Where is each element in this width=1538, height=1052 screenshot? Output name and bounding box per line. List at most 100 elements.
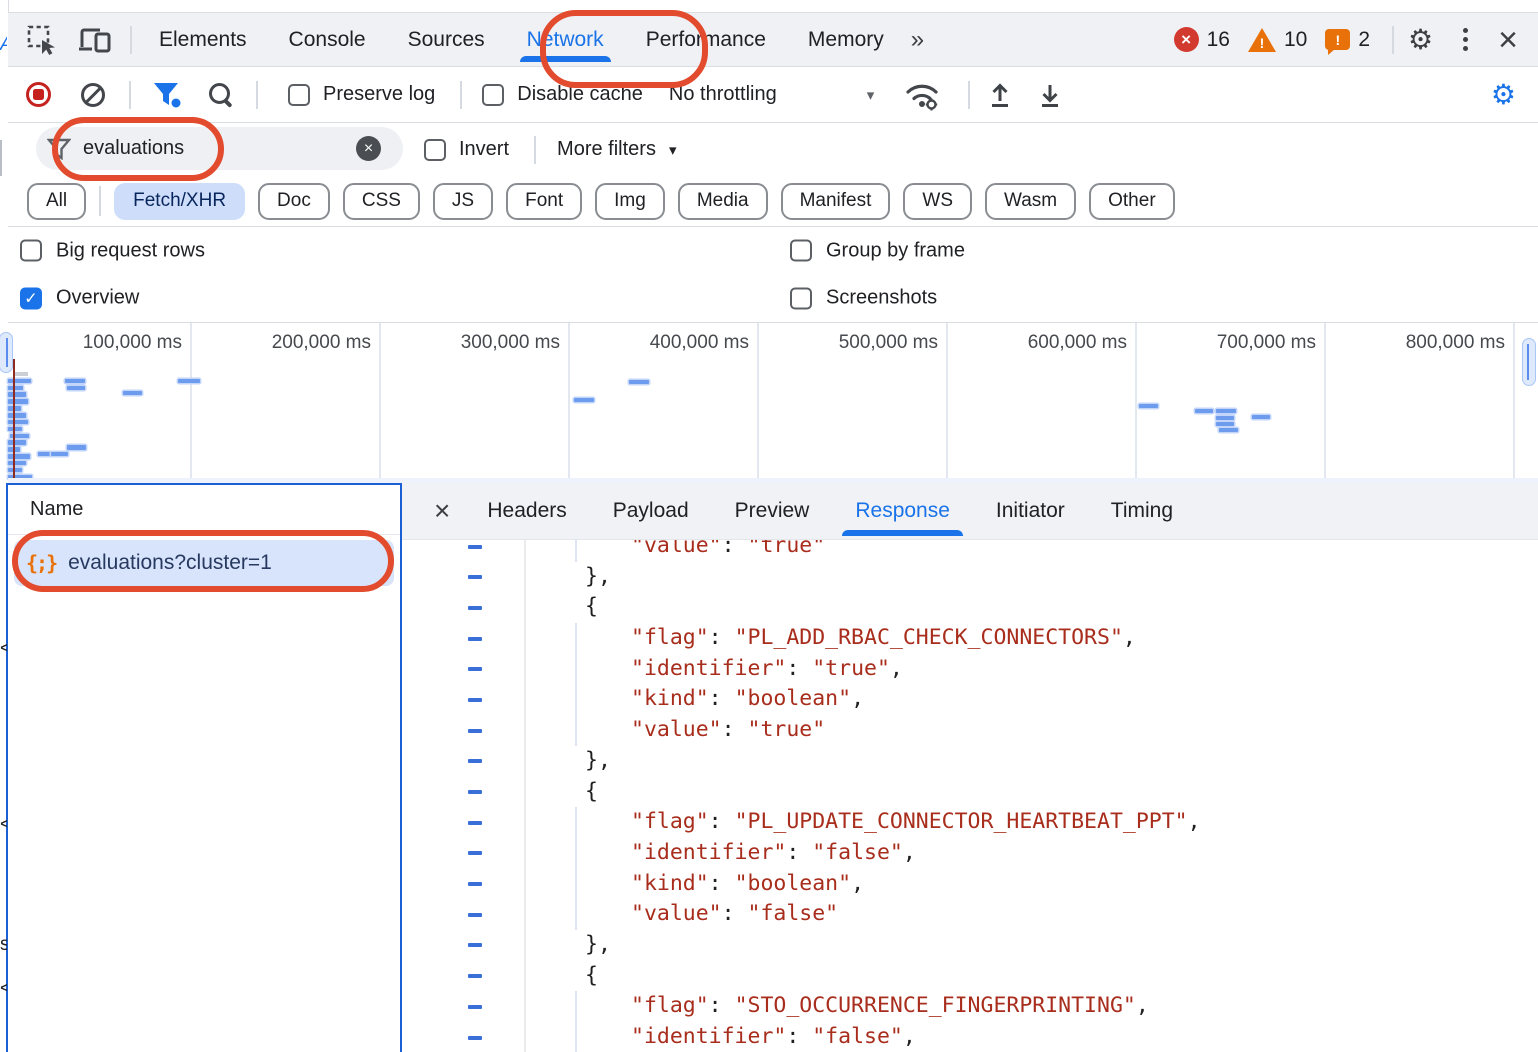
- toggle-device-toolbar-icon[interactable]: [78, 25, 112, 55]
- request-timing-bar[interactable]: [1195, 409, 1213, 414]
- request-timing-bar[interactable]: [8, 420, 28, 425]
- big-request-rows-checkbox[interactable]: [20, 240, 42, 262]
- request-timing-bar[interactable]: [67, 386, 85, 391]
- name-column-header[interactable]: Name: [8, 485, 400, 535]
- tab-performance[interactable]: Performance: [625, 28, 787, 52]
- request-timing-bar[interactable]: [8, 468, 22, 473]
- request-timing-bar[interactable]: [178, 379, 200, 384]
- export-har-icon[interactable]: [1036, 80, 1064, 110]
- type-filter-css[interactable]: CSS: [343, 183, 420, 220]
- screenshots-label[interactable]: Screenshots: [826, 287, 937, 310]
- request-timing-bar[interactable]: [1216, 416, 1234, 421]
- customize-menu-icon[interactable]: [1455, 28, 1476, 51]
- tab-elements[interactable]: Elements: [138, 28, 268, 52]
- overview-left-handle[interactable]: [0, 332, 13, 373]
- response-code-line[interactable]: "flag": "PL_UPDATE_CONNECTOR_HEARTBEAT_P…: [402, 807, 1538, 838]
- preserve-log-checkbox[interactable]: [288, 84, 310, 106]
- request-timing-bar[interactable]: [8, 379, 31, 384]
- response-code-line[interactable]: "identifier": "false",: [402, 838, 1538, 869]
- request-timing-bar[interactable]: [574, 398, 594, 403]
- response-code-line[interactable]: "kind": "boolean",: [402, 684, 1538, 715]
- warning-badge-icon[interactable]: !: [1248, 28, 1276, 52]
- response-code-line[interactable]: "value": "false": [402, 899, 1538, 930]
- search-network-icon[interactable]: [208, 82, 234, 108]
- request-timing-bar[interactable]: [8, 392, 26, 397]
- request-timing-bar[interactable]: [51, 452, 68, 457]
- invert-label[interactable]: Invert: [459, 138, 509, 161]
- error-count[interactable]: 16: [1207, 28, 1230, 52]
- request-timing-bar[interactable]: [8, 413, 26, 418]
- inspect-element-icon[interactable]: [26, 24, 58, 56]
- issues-count[interactable]: 2: [1358, 28, 1370, 52]
- network-overview-timeline[interactable]: 100,000 ms200,000 ms300,000 ms400,000 ms…: [8, 322, 1538, 478]
- detail-tab-response[interactable]: Response: [832, 499, 973, 523]
- disable-cache-checkbox[interactable]: [482, 84, 504, 106]
- preserve-log-label[interactable]: Preserve log: [323, 83, 435, 106]
- throttling-select[interactable]: No throttling: [669, 83, 777, 106]
- request-timing-bar[interactable]: [65, 379, 85, 384]
- response-code-line[interactable]: "identifier": "false",: [402, 1022, 1538, 1052]
- response-code-line[interactable]: {: [402, 592, 1538, 623]
- record-network-log-icon[interactable]: [26, 82, 51, 107]
- request-timing-bar[interactable]: [8, 440, 26, 445]
- type-filter-fetch-xhr[interactable]: Fetch/XHR: [114, 183, 245, 220]
- overview-label[interactable]: Overview: [56, 287, 139, 310]
- detail-tab-payload[interactable]: Payload: [590, 499, 712, 523]
- disable-cache-label[interactable]: Disable cache: [517, 83, 643, 106]
- request-timing-bar[interactable]: [1219, 428, 1238, 433]
- request-timing-bar[interactable]: [8, 386, 23, 391]
- close-detail-pane-icon[interactable]: ×: [434, 497, 450, 525]
- type-filter-img[interactable]: Img: [595, 183, 665, 220]
- response-code-line[interactable]: "identifier": "true",: [402, 654, 1538, 685]
- request-timing-bar[interactable]: [1216, 409, 1236, 414]
- warning-count[interactable]: 10: [1284, 28, 1307, 52]
- filter-toggle-icon[interactable]: [152, 81, 182, 109]
- invert-checkbox[interactable]: [424, 139, 446, 161]
- detail-tab-initiator[interactable]: Initiator: [973, 499, 1088, 523]
- more-tabs-icon[interactable]: »: [905, 26, 927, 54]
- tab-memory[interactable]: Memory: [787, 28, 905, 52]
- type-filter-media[interactable]: Media: [678, 183, 768, 220]
- request-row[interactable]: {;} evaluations?cluster=1: [14, 540, 394, 586]
- tab-network[interactable]: Network: [506, 28, 625, 52]
- response-code-line[interactable]: "flag": "STO_OCCURRENCE_FINGERPRINTING",: [402, 991, 1538, 1022]
- request-timing-bar[interactable]: [1139, 404, 1158, 409]
- request-name[interactable]: evaluations?cluster=1: [68, 551, 272, 575]
- response-code-line[interactable]: {: [402, 777, 1538, 808]
- overview-checkbox[interactable]: ✓: [20, 287, 42, 309]
- more-filters-button[interactable]: More filters: [557, 138, 656, 161]
- import-har-icon[interactable]: [986, 80, 1014, 110]
- request-timing-bar[interactable]: [8, 399, 28, 404]
- throttling-caret-icon[interactable]: ▾: [867, 86, 875, 104]
- request-timing-bar[interactable]: [8, 461, 26, 466]
- detail-tab-timing[interactable]: Timing: [1088, 499, 1196, 523]
- request-timing-bar[interactable]: [1216, 422, 1234, 427]
- response-code-line[interactable]: },: [402, 930, 1538, 961]
- response-code-line[interactable]: },: [402, 746, 1538, 777]
- tab-console[interactable]: Console: [268, 28, 387, 52]
- settings-gear-icon[interactable]: ⚙: [1408, 23, 1433, 56]
- response-code-line[interactable]: "flag": "PL_ADD_RBAC_CHECK_CONNECTORS",: [402, 623, 1538, 654]
- group-by-frame-checkbox[interactable]: [790, 240, 812, 262]
- type-filter-wasm[interactable]: Wasm: [985, 183, 1076, 220]
- response-code-line[interactable]: {: [402, 961, 1538, 992]
- big-request-rows-label[interactable]: Big request rows: [56, 239, 205, 262]
- response-code-line[interactable]: },: [402, 562, 1538, 593]
- issues-badge-icon[interactable]: !: [1325, 29, 1350, 50]
- response-code-line[interactable]: "kind": "boolean",: [402, 869, 1538, 900]
- screenshots-checkbox[interactable]: [790, 287, 812, 309]
- filter-input[interactable]: evaluations ×: [36, 127, 403, 170]
- clear-network-log-icon[interactable]: [81, 83, 105, 107]
- detail-tab-headers[interactable]: Headers: [464, 499, 589, 523]
- clear-filter-icon[interactable]: ×: [356, 136, 381, 161]
- overview-right-handle[interactable]: [1522, 338, 1536, 386]
- request-timing-bar[interactable]: [8, 454, 30, 459]
- type-filter-ws[interactable]: WS: [903, 183, 972, 220]
- type-filter-js[interactable]: JS: [433, 183, 493, 220]
- response-code-line[interactable]: "value": "true": [402, 715, 1538, 746]
- type-filter-all[interactable]: All: [27, 183, 86, 220]
- tab-sources[interactable]: Sources: [387, 28, 506, 52]
- group-by-frame-label[interactable]: Group by frame: [826, 239, 965, 262]
- request-timing-bar[interactable]: [38, 452, 51, 457]
- type-filter-font[interactable]: Font: [506, 183, 582, 220]
